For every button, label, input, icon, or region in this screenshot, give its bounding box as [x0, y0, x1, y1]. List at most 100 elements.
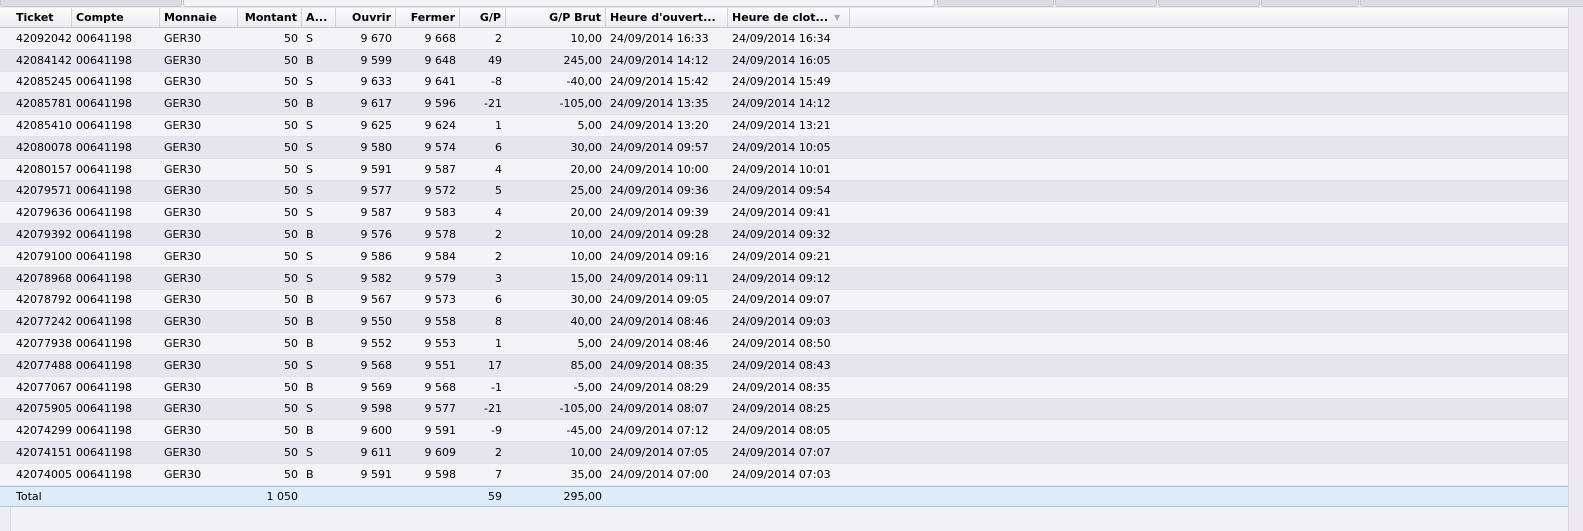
cell-heure-cloture: 24/09/2014 07:03 — [732, 467, 831, 481]
cell-heure-cloture: 24/09/2014 08:35 — [732, 380, 831, 394]
cell-montant: 50 — [284, 119, 298, 133]
cell-montant: 50 — [284, 358, 298, 372]
table-row[interactable]: 42079100 00641198 GER30 50 S 9 586 9 584 2 10,00… — [0, 245, 1569, 268]
table-row[interactable]: 42077067 00641198 GER30 50 B 9 569 9 568 -1 -5,0… — [0, 376, 1569, 399]
cell-compte: 00641198 — [76, 358, 132, 372]
cell-montant: 50 — [284, 446, 298, 460]
cell-action: B — [306, 293, 314, 307]
table-row[interactable]: 42084142 00641198 GER30 50 B 9 599 9 648 49 245,… — [0, 49, 1569, 72]
table-row[interactable]: 42085781 00641198 GER30 50 B 9 617 9 596 -21 -10… — [0, 93, 1569, 116]
sort-descending-icon[interactable]: ▼ — [834, 13, 840, 22]
table-row[interactable]: 42074151 00641198 GER30 50 S 9 611 9 609 2 10,00… — [0, 442, 1569, 464]
cell-compte: 00641198 — [76, 206, 132, 220]
cell-ouvrir: 9 582 — [360, 271, 393, 285]
column-header-ouvrir[interactable]: Ouvrir — [336, 8, 396, 27]
cell-montant: 50 — [284, 315, 298, 329]
cell-compte: 00641198 — [76, 337, 132, 351]
cell-gp: -9 — [491, 424, 502, 438]
positions-grid: Ticket Compte Monnaie Montant A... Ouvri… — [0, 8, 1569, 507]
cell-action: B — [306, 228, 314, 242]
cell-fermer: 9 648 — [424, 53, 457, 67]
table-row[interactable]: 42078792 00641198 GER30 50 B 9 567 9 573 6 30,00… — [0, 289, 1569, 312]
cell-ticket: 42085781 — [16, 97, 72, 111]
cell-gp-brut: 245,00 — [563, 53, 603, 67]
cell-action: S — [306, 31, 313, 45]
cell-fermer: 9 641 — [424, 75, 457, 89]
table-row[interactable]: 42080078 00641198 GER30 50 S 9 580 9 574 6 30,00… — [0, 136, 1569, 159]
cell-heure-cloture: 24/09/2014 16:05 — [732, 53, 831, 67]
table-row[interactable]: 42075905 00641198 GER30 50 S 9 598 9 577 -21 -10… — [0, 398, 1569, 421]
vertical-scrollbar[interactable] — [1568, 8, 1583, 531]
column-header-fermer[interactable]: Fermer — [396, 8, 460, 27]
column-header-heure-ouverture[interactable]: Heure d'ouvert... — [606, 8, 728, 27]
cell-montant: 50 — [284, 206, 298, 220]
table-row[interactable]: 42074299 00641198 GER30 50 B 9 600 9 591 -9 -45,… — [0, 420, 1569, 443]
cell-ouvrir: 9 577 — [360, 184, 393, 198]
cell-gp: 8 — [495, 315, 502, 329]
cell-ouvrir: 9 598 — [360, 402, 393, 416]
grid-total-row: Total 1 050 59 295,00 — [0, 485, 1569, 507]
cell-gp-brut: 20,00 — [570, 162, 603, 176]
column-header-gp-brut[interactable]: G/P Brut — [506, 8, 606, 27]
table-row[interactable]: 42077242 00641198 GER30 50 B 9 550 9 558 8 40,00… — [0, 311, 1569, 334]
column-header-montant[interactable]: Montant — [238, 8, 302, 27]
tab-1[interactable] — [0, 0, 182, 7]
tab-3[interactable] — [937, 0, 1054, 7]
cell-montant: 50 — [284, 337, 298, 351]
table-row[interactable]: 42080157 00641198 GER30 50 S 9 591 9 587 4 20,00… — [0, 158, 1569, 181]
cell-ticket: 42074299 — [16, 424, 72, 438]
cell-compte: 00641198 — [76, 97, 132, 111]
column-header-compte[interactable]: Compte — [72, 8, 160, 27]
table-row[interactable]: 42079571 00641198 GER30 50 S 9 577 9 572 5 25,00… — [0, 180, 1569, 203]
tab-2[interactable] — [183, 0, 935, 7]
cell-action: B — [306, 97, 314, 111]
cell-montant: 50 — [284, 293, 298, 307]
cell-action: S — [306, 271, 313, 285]
cell-heure-cloture: 24/09/2014 09:12 — [732, 271, 831, 285]
tab-4[interactable] — [1055, 0, 1157, 7]
cell-gp-brut: 20,00 — [570, 206, 603, 220]
cell-gp-brut: 10,00 — [570, 249, 603, 263]
tab-5[interactable] — [1158, 0, 1260, 7]
cell-ticket: 42074005 — [16, 467, 72, 481]
tab-6[interactable] — [1261, 0, 1359, 7]
column-header-ticket[interactable]: Ticket — [12, 8, 72, 27]
table-row[interactable]: 42078968 00641198 GER30 50 S 9 582 9 579 3 15,00… — [0, 267, 1569, 290]
table-row[interactable]: 42077938 00641198 GER30 50 B 9 552 9 553 1 5,00 2… — [0, 333, 1569, 355]
tab-7[interactable] — [1360, 0, 1583, 7]
cell-heure-cloture: 24/09/2014 13:21 — [732, 119, 831, 133]
table-row[interactable]: 42085410 00641198 GER30 50 S 9 625 9 624 1 5,00 2… — [0, 115, 1569, 137]
cell-monnaie: GER30 — [164, 358, 202, 372]
cell-gp-brut: 40,00 — [570, 315, 603, 329]
cell-gp: 1 — [495, 119, 502, 133]
cell-ticket: 42077067 — [16, 380, 72, 394]
cell-monnaie: GER30 — [164, 31, 202, 45]
table-row[interactable]: 42074005 00641198 GER30 50 B 9 591 9 598 7 35,00… — [0, 463, 1569, 486]
table-row[interactable]: 42085245 00641198 GER30 50 S 9 633 9 641 -8 -40,… — [0, 71, 1569, 94]
cell-heure-cloture: 24/09/2014 09:32 — [732, 228, 831, 242]
column-header-heure-cloture[interactable]: Heure de clot... ▼ — [728, 8, 850, 27]
cell-monnaie: GER30 — [164, 75, 202, 89]
cell-compte: 00641198 — [76, 228, 132, 242]
cell-heure-cloture: 24/09/2014 07:07 — [732, 446, 831, 460]
cell-montant: 50 — [284, 228, 298, 242]
column-header-monnaie[interactable]: Monnaie — [160, 8, 238, 27]
cell-compte: 00641198 — [76, 380, 132, 394]
cell-gp: 6 — [495, 293, 502, 307]
total-montant: 1 050 — [266, 489, 299, 503]
table-row[interactable]: 42092042 00641198 GER30 50 S 9 670 9 668 2 10,00… — [0, 28, 1569, 50]
column-header-gp[interactable]: G/P — [460, 8, 506, 27]
cell-heure-cloture: 24/09/2014 09:41 — [732, 206, 831, 220]
cell-montant: 50 — [284, 53, 298, 67]
table-row[interactable]: 42079392 00641198 GER30 50 B 9 576 9 578 2 10,00… — [0, 224, 1569, 246]
cell-ouvrir: 9 586 — [360, 249, 393, 263]
cell-heure-ouverture: 24/09/2014 09:11 — [610, 271, 709, 285]
cell-heure-ouverture: 24/09/2014 15:42 — [610, 75, 709, 89]
table-row[interactable]: 42077488 00641198 GER30 50 S 9 568 9 551 17 85,0… — [0, 354, 1569, 377]
cell-heure-cloture: 24/09/2014 16:34 — [732, 31, 831, 45]
cell-monnaie: GER30 — [164, 293, 202, 307]
cell-ouvrir: 9 580 — [360, 140, 393, 154]
cell-ticket: 42084142 — [16, 53, 72, 67]
column-header-action[interactable]: A... — [302, 8, 336, 27]
table-row[interactable]: 42079636 00641198 GER30 50 S 9 587 9 583 4 20,00… — [0, 202, 1569, 225]
